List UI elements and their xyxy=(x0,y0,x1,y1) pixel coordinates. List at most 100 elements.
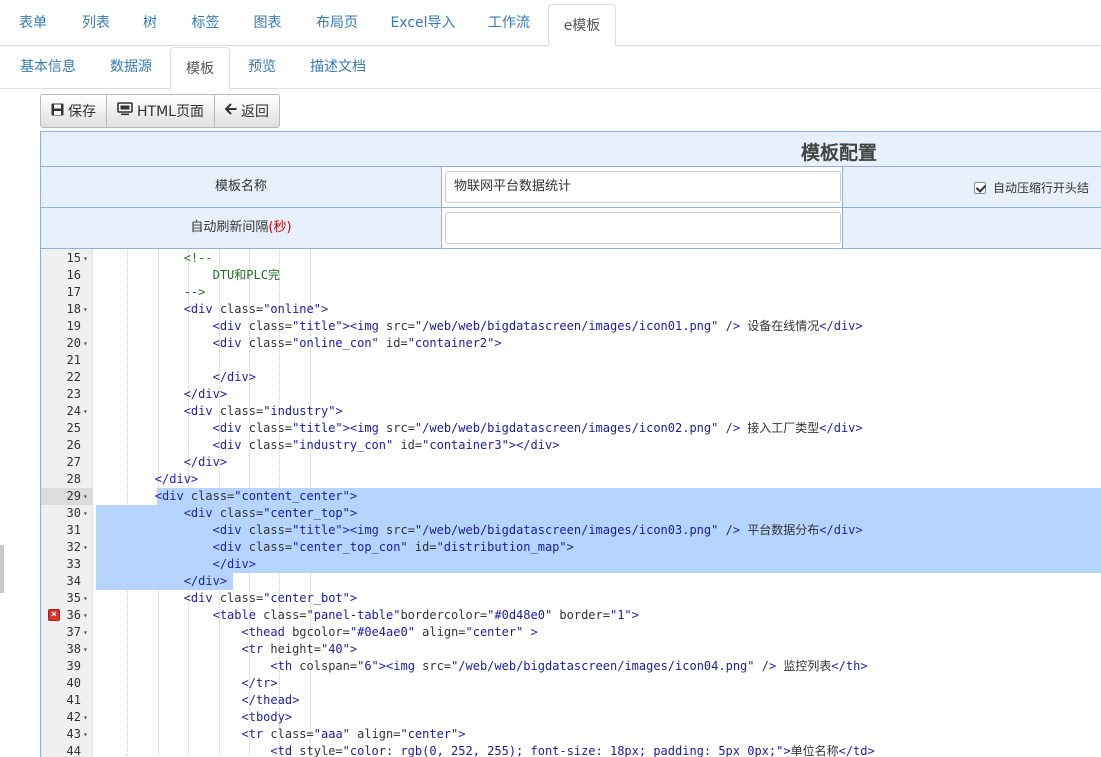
left-scroll-strip xyxy=(0,89,4,757)
compress-label: 自动压缩行开头结 xyxy=(993,181,1090,195)
line-number: 23 xyxy=(66,387,81,401)
code-line: 17 --> xyxy=(41,284,1101,301)
tab-basic-info[interactable]: 基本信息 xyxy=(10,46,86,89)
line-number: 27 xyxy=(66,455,81,469)
code-line: 23 </div> xyxy=(41,386,1101,403)
tab-tags[interactable]: 标签 xyxy=(183,0,228,46)
save-label: 保存 xyxy=(68,104,96,120)
code-text: <thead bgcolor="#0e4ae0" align="center" … xyxy=(241,625,538,639)
code-line: 39 <th colspan="6"><img src="/web/web/bi… xyxy=(41,658,1101,675)
code-line: 34 </div> xyxy=(41,573,1101,590)
tab-workflow[interactable]: 工作流 xyxy=(478,0,540,46)
tab-tree[interactable]: 树 xyxy=(135,0,165,46)
save-button[interactable]: 保存 xyxy=(40,94,107,128)
code-line: 40 </tr> xyxy=(41,675,1101,692)
code-line: 42 ▾ <tbody> xyxy=(41,709,1101,726)
code-text: <tr class="aaa" align="center"> xyxy=(241,727,466,741)
template-name-cell: 物联网平台数据统计 xyxy=(442,167,843,207)
line-number: 44 xyxy=(66,744,81,757)
code-editor[interactable]: 15 ▾ <!-- 16 DTU和PLC完 17 --> 18 ▾ <div class=… xyxy=(40,248,1101,757)
tab-data-source[interactable]: 数据源 xyxy=(100,46,162,89)
line-number: 18 xyxy=(66,302,81,316)
fold-arrow-icon[interactable]: ▾ xyxy=(83,539,88,556)
back-label: 返回 xyxy=(240,104,269,120)
arrow-left-icon xyxy=(224,103,241,119)
tab-layout-page[interactable]: 布局页 xyxy=(307,0,367,46)
code-text: <div class="industry"> xyxy=(183,404,343,418)
fold-arrow-icon[interactable]: ▾ xyxy=(83,607,88,624)
line-number: 33 xyxy=(66,557,81,571)
fold-arrow-icon[interactable]: ▾ xyxy=(83,709,88,726)
refresh-extra-cell xyxy=(844,208,1101,248)
back-button[interactable]: 返回 xyxy=(213,94,280,128)
line-number: 31 xyxy=(66,523,81,537)
code-text: <div class="content_center"> xyxy=(154,489,358,503)
tab-e-template[interactable]: e模板 xyxy=(548,4,616,51)
line-number: 19 xyxy=(66,319,81,333)
template-name-input[interactable]: 物联网平台数据统计 xyxy=(445,171,841,203)
fold-arrow-icon[interactable]: ▾ xyxy=(83,590,88,607)
code-line: 36 ▾ × <table class="panel-table"bordercol… xyxy=(41,607,1101,624)
code-line: 25 <div class="title"><img src="/web/web… xyxy=(41,420,1101,437)
code-text: <div class="title"><img src="/web/web/bi… xyxy=(212,421,863,435)
code-text: <div class="industry_con" id="container3… xyxy=(212,438,560,452)
code-text: <div class="online_con" id="container2"> xyxy=(212,336,502,350)
code-line: 43 ▾ <tr class="aaa" align="center"> xyxy=(41,726,1101,743)
code-text: <div class="center_top"> xyxy=(183,506,358,520)
tab-preview[interactable]: 预览 xyxy=(240,46,284,89)
code-text: <div class="title"><img src="/web/web/bi… xyxy=(212,523,863,537)
fold-arrow-icon[interactable]: ▾ xyxy=(83,335,88,352)
fold-arrow-icon[interactable]: ▾ xyxy=(83,488,88,505)
code-text: <div class="center_bot"> xyxy=(183,591,358,605)
code-line: 27 </div> xyxy=(41,454,1101,471)
code-text: </div> xyxy=(183,574,228,588)
code-line: 20 ▾ <div class="online_con" id="containe… xyxy=(41,335,1101,352)
code-text: </tr> xyxy=(241,676,278,690)
code-line: 16 DTU和PLC完 xyxy=(41,267,1101,284)
tab-template[interactable]: 模板 xyxy=(170,47,230,91)
line-number: 38 xyxy=(66,642,81,656)
toolbar: 保存 HTML页面 返回 xyxy=(40,94,280,128)
code-text: <td style="color: rgb(0, 252, 255); font… xyxy=(270,744,875,757)
code-line: 38 ▾ <tr height="40"> xyxy=(41,641,1101,658)
template-name-row: 模板名称 物联网平台数据统计 自动压缩行开头结 xyxy=(40,167,1101,208)
fold-arrow-icon[interactable]: ▾ xyxy=(83,641,88,658)
fold-arrow-icon[interactable]: ▾ xyxy=(83,403,88,420)
code-text: <tbody> xyxy=(241,710,293,724)
template-name-label: 模板名称 xyxy=(41,167,442,207)
line-number: 43 xyxy=(66,727,81,741)
tab-list[interactable]: 列表 xyxy=(72,0,120,46)
refresh-interval-input[interactable] xyxy=(445,212,841,244)
refresh-interval-cell xyxy=(442,208,843,248)
line-number: 28 xyxy=(66,472,81,486)
line-number: 26 xyxy=(66,438,81,452)
tab-description-doc[interactable]: 描述文档 xyxy=(300,46,376,89)
fold-arrow-icon[interactable]: ▾ xyxy=(83,250,88,267)
code-line: 19 <div class="title"><img src="/web/web… xyxy=(41,318,1101,335)
splitter-handle[interactable] xyxy=(0,545,4,593)
code-text: </div> xyxy=(212,557,256,571)
line-number: 15 xyxy=(66,251,81,265)
refresh-interval-label: 自动刷新间隔 xyxy=(190,220,269,235)
refresh-interval-unit: (秒) xyxy=(268,220,292,235)
line-number: 36 xyxy=(66,608,81,622)
tab-excel-import[interactable]: Excel导入 xyxy=(384,0,462,46)
tab-form[interactable]: 表单 xyxy=(8,0,58,46)
code-text: </div> xyxy=(212,370,256,384)
code-text: <div class="center_top_con" id="distribu… xyxy=(212,540,574,554)
checkbox-icon[interactable] xyxy=(974,181,986,194)
fold-arrow-icon[interactable]: ▾ xyxy=(83,624,88,641)
line-number: 25 xyxy=(66,421,81,435)
code-text: <th colspan="6"><img src="/web/web/bigda… xyxy=(270,659,868,673)
line-number: 17 xyxy=(66,285,81,299)
line-number: 39 xyxy=(66,659,81,673)
compress-option[interactable]: 自动压缩行开头结 xyxy=(974,179,1089,196)
fold-arrow-icon[interactable]: ▾ xyxy=(83,301,88,318)
error-icon[interactable]: × xyxy=(48,609,60,621)
line-number: 22 xyxy=(66,370,81,384)
fold-arrow-icon[interactable]: ▾ xyxy=(83,505,88,522)
tab-charts[interactable]: 图表 xyxy=(245,0,290,46)
line-number: 37 xyxy=(66,625,81,639)
fold-arrow-icon[interactable]: ▾ xyxy=(83,726,88,743)
html-page-button[interactable]: HTML页面 xyxy=(106,94,215,128)
